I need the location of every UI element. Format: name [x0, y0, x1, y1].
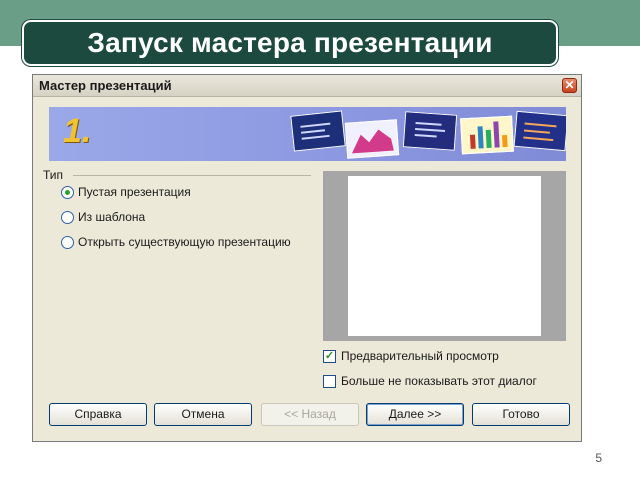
cancel-button[interactable]: Отмена [154, 403, 252, 426]
help-button[interactable]: Справка [49, 403, 147, 426]
slide-thumbnail-icon [402, 111, 458, 151]
radio-button[interactable] [61, 210, 74, 224]
radio-label: Открыть существующую презентацию [78, 235, 291, 249]
back-button[interactable]: << Назад [261, 403, 359, 426]
wizard-banner: 1. [49, 107, 566, 161]
radio-from-template[interactable]: Из шаблона [61, 210, 145, 224]
preview-pane [323, 171, 566, 341]
radio-open-existing[interactable]: Открыть существующую презентацию [61, 235, 291, 249]
presentation-wizard-dialog: Мастер презентаций ✕ 1. Тип Пустая презе… [32, 74, 582, 442]
step-number: 1. [63, 112, 92, 150]
close-icon[interactable]: ✕ [562, 78, 577, 93]
slide-title: Запуск мастера презентации [87, 27, 493, 58]
dialog-titlebar[interactable]: Мастер презентаций ✕ [33, 75, 581, 97]
checkbox-preview[interactable]: ✓ Предварительный просмотр [323, 349, 499, 363]
radio-label: Пустая презентация [78, 185, 191, 199]
chart-thumbnail-icon [344, 119, 400, 159]
radio-label: Из шаблона [78, 210, 146, 224]
bar-chart-thumbnail-icon [460, 115, 514, 155]
preview-page [348, 176, 541, 336]
group-divider [73, 175, 311, 176]
checkbox[interactable]: ✓ [323, 349, 336, 363]
radio-button[interactable] [61, 235, 74, 249]
checkbox-dont-show-again[interactable]: Больше не показывать этот диалог [323, 374, 537, 388]
radio-empty-presentation[interactable]: Пустая презентация [61, 185, 191, 199]
page-number: 5 [595, 451, 602, 465]
radio-button[interactable] [61, 185, 74, 199]
type-group-label: Тип [43, 168, 64, 182]
checkbox-label: Предварительный просмотр [341, 349, 499, 363]
next-button[interactable]: Далее >> [366, 403, 464, 426]
finish-button[interactable]: Готово [472, 403, 570, 426]
dialog-title: Мастер презентаций [39, 78, 172, 93]
checkbox[interactable] [323, 374, 336, 388]
slide-title-box: Запуск мастера презентации [22, 20, 558, 66]
checkbox-label: Больше не показывать этот диалог [341, 374, 537, 388]
slide-thumbnail-icon [513, 110, 566, 152]
slide-thumbnail-icon [290, 110, 346, 152]
